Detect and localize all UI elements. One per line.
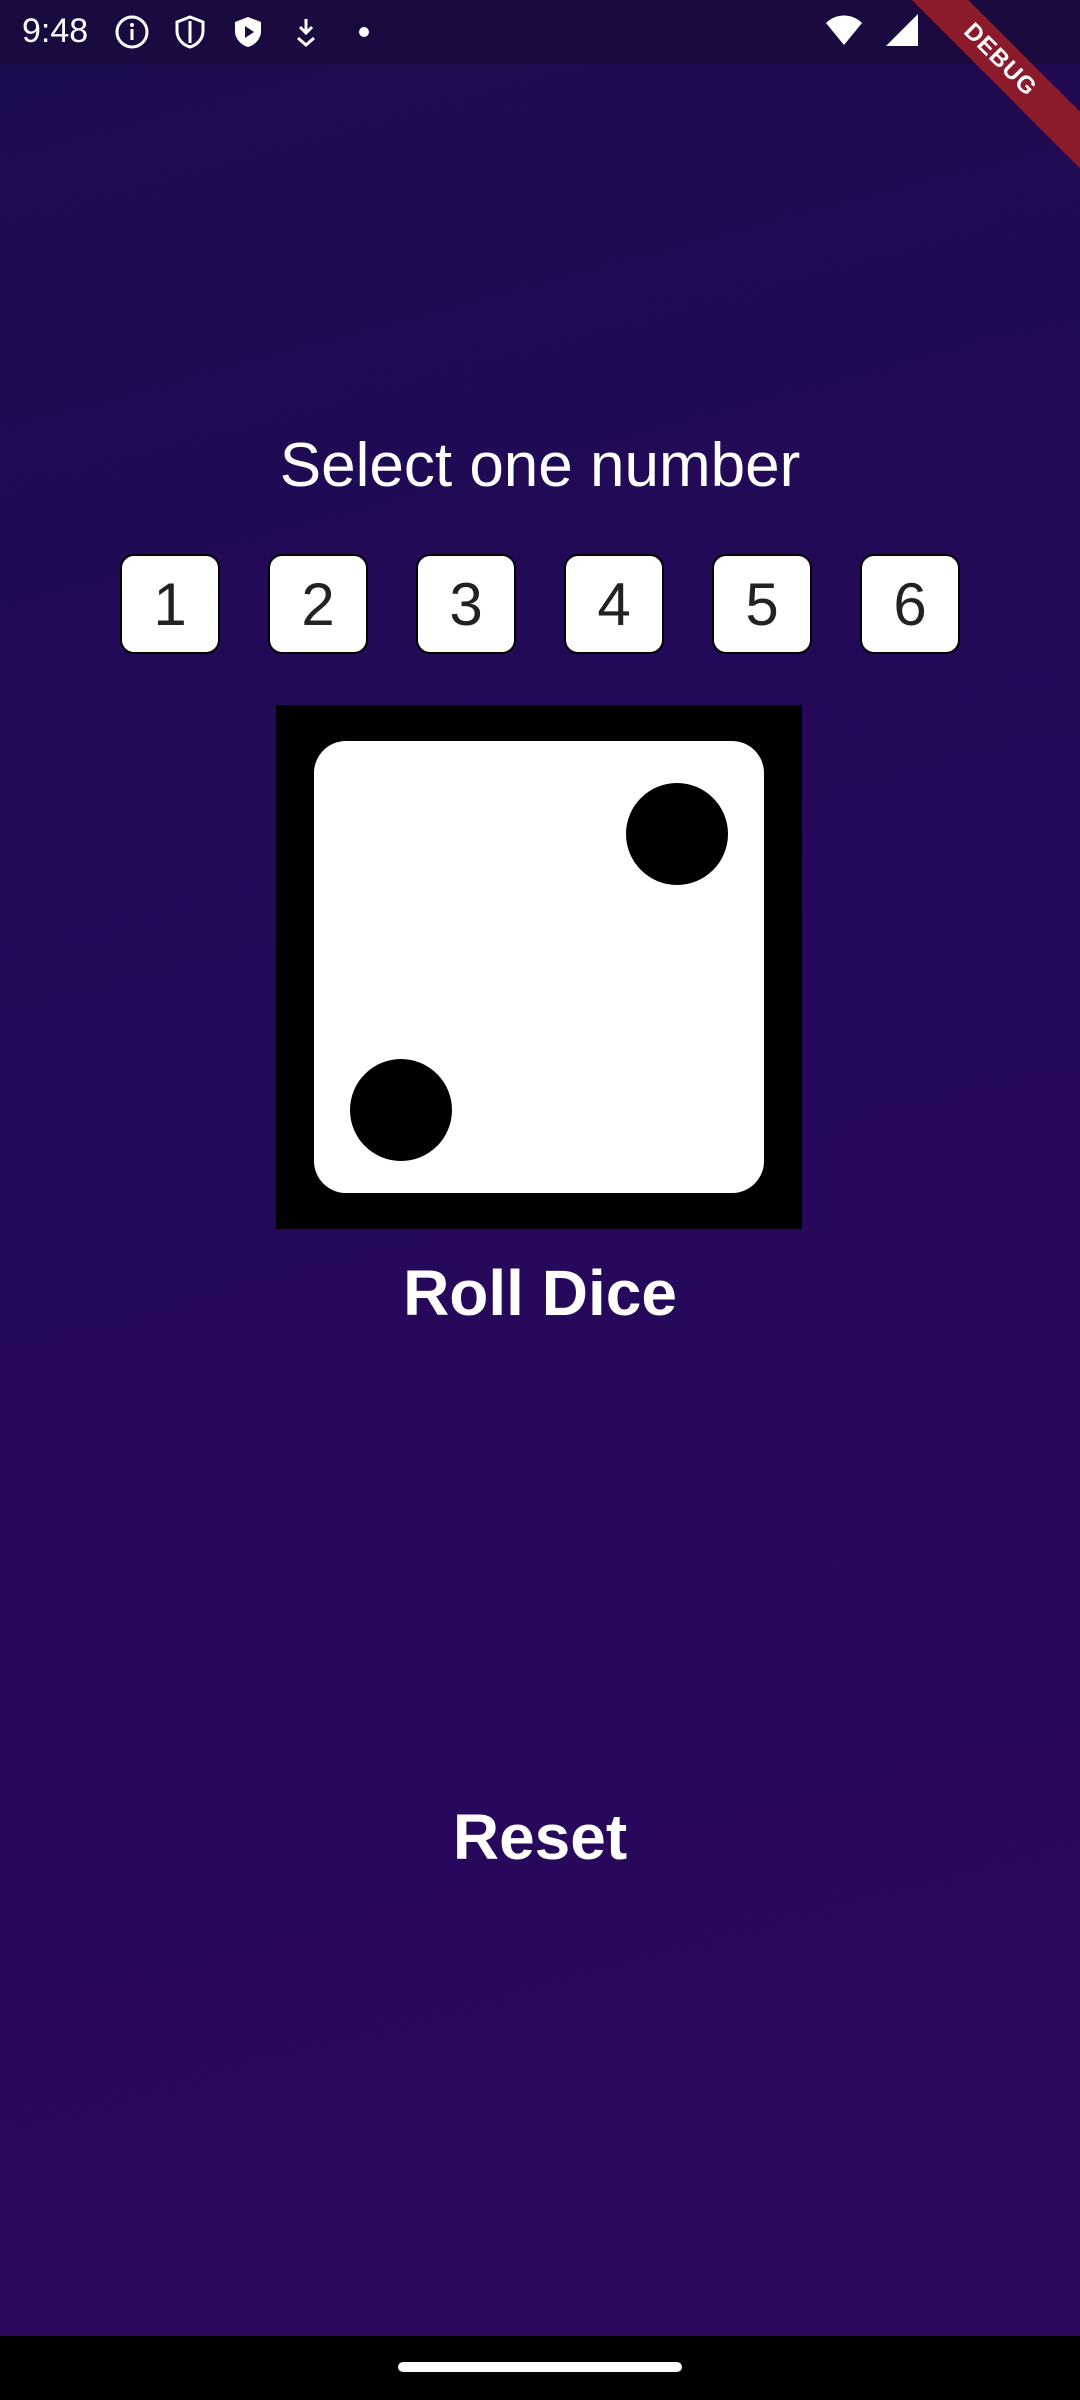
- home-indicator[interactable]: [398, 2362, 682, 2372]
- play-protect-icon: [228, 12, 268, 52]
- roll-dice-button[interactable]: Roll Dice: [0, 1256, 1080, 1330]
- status-icons-left: [112, 12, 402, 52]
- wifi-icon: [824, 10, 864, 50]
- signal-icon: [882, 10, 922, 50]
- dot-icon: [344, 12, 384, 52]
- number-selector: 1 2 3 4 5 6: [120, 554, 960, 654]
- number-button-2[interactable]: 2: [268, 554, 368, 654]
- dice-image: [276, 705, 802, 1229]
- navigation-bar: [0, 2336, 1080, 2400]
- number-button-5[interactable]: 5: [712, 554, 812, 654]
- number-button-3[interactable]: 3: [416, 554, 516, 654]
- dice-pip: [626, 783, 728, 885]
- status-icons-right: [824, 10, 940, 50]
- dice-pip: [350, 1059, 452, 1161]
- status-time: 9:48: [22, 12, 89, 50]
- download-icon: [286, 12, 326, 52]
- status-bar: 9:48: [0, 0, 1080, 64]
- page-title: Select one number: [279, 431, 801, 500]
- number-button-6[interactable]: 6: [860, 554, 960, 654]
- info-icon: [112, 12, 152, 52]
- number-button-4[interactable]: 4: [564, 554, 664, 654]
- dice-face: [314, 741, 764, 1193]
- number-button-1[interactable]: 1: [120, 554, 220, 654]
- shield-icon: [170, 12, 210, 52]
- reset-button[interactable]: Reset: [0, 1800, 1080, 1874]
